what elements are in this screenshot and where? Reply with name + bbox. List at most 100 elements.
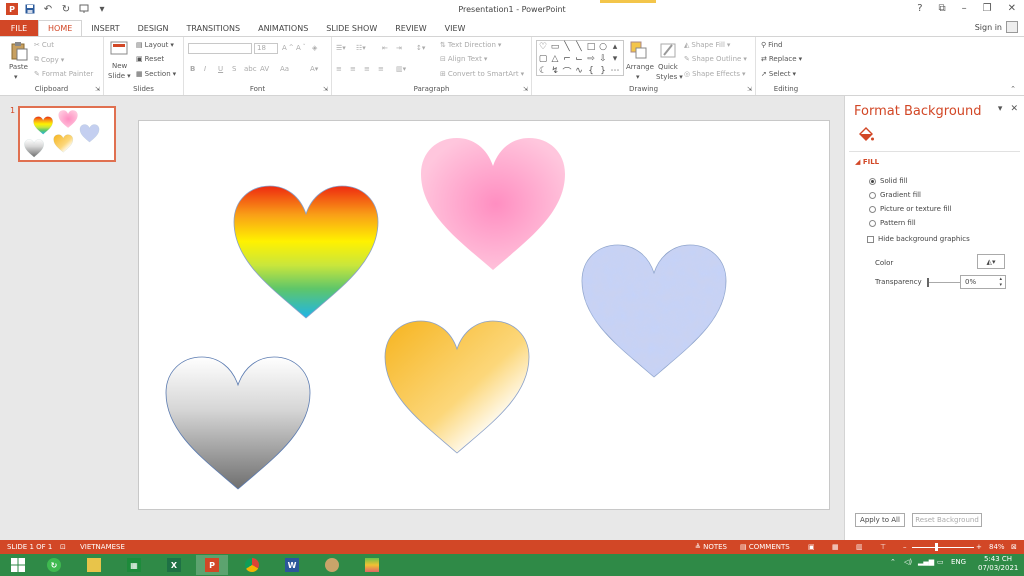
reset-background-button[interactable]: Reset Background	[912, 513, 982, 527]
zoom-slider-track[interactable]	[912, 547, 974, 548]
character-spacing-icon[interactable]: AV	[260, 65, 269, 73]
hide-background-option[interactable]: Hide background graphics	[867, 235, 970, 243]
cut-button[interactable]: ✂ Cut	[34, 41, 54, 49]
tray-volume-icon[interactable]: ◁)	[904, 558, 912, 566]
shape-triangle-icon[interactable]: △	[549, 53, 561, 65]
tray-show-hidden-icon[interactable]: ⌃	[890, 558, 896, 566]
spell-check-icon[interactable]: ⊡	[60, 543, 66, 551]
drawing-launcher-icon[interactable]: ⇲	[747, 86, 752, 93]
zoom-level[interactable]: 84%	[989, 543, 1005, 551]
shape-heart-icon[interactable]: ♡	[537, 41, 549, 53]
shape-rectangle-icon[interactable]: □	[585, 41, 597, 53]
heart-blue-texture[interactable]	[581, 244, 727, 378]
heart-rainbow[interactable]	[233, 185, 379, 319]
shape-arrow-right-icon[interactable]: ⇨	[585, 53, 597, 65]
increase-font-size-icon[interactable]: A ^	[282, 44, 294, 52]
taskbar-layers-app[interactable]	[356, 555, 388, 575]
slide-canvas[interactable]	[138, 120, 830, 510]
solid-fill-option[interactable]: Solid fill	[869, 177, 908, 185]
shape-freeform-icon[interactable]: ↯	[549, 65, 561, 77]
transparency-spin-icon[interactable]: ▴ ▾	[999, 276, 1002, 288]
shapes-gallery[interactable]: ♡ ▭ ╲ ╲ □ ○ ▴ ▢ △ ⌐ ⌙ ⇨ ⇩ ▾ ☾ ↯ ⌒ ∿ { }	[536, 40, 624, 78]
tab-transitions[interactable]: TRANSITIONS	[177, 20, 249, 36]
transparency-input[interactable]: 0% ▴ ▾	[960, 275, 1006, 289]
shape-textbox-icon[interactable]: ▭	[549, 41, 561, 53]
arrange-icon[interactable]	[630, 41, 648, 61]
solid-fill-radio[interactable]	[869, 177, 876, 185]
tray-network-icon[interactable]: ▂▄▆	[918, 558, 934, 566]
new-slide-button[interactable]: Slide ▾	[108, 72, 131, 80]
format-painter-button[interactable]: ✎ Format Painter	[34, 70, 93, 78]
shape-oval-icon[interactable]: ○	[597, 41, 609, 53]
help-icon[interactable]: ?	[917, 3, 922, 14]
picture-texture-fill-radio[interactable]	[869, 205, 876, 213]
taskbar-app-green[interactable]: ↻	[38, 555, 70, 575]
line-spacing-icon[interactable]: ↕▾	[416, 44, 425, 52]
shape-line-icon[interactable]: ╲	[561, 41, 573, 53]
underline-icon[interactable]: U	[218, 65, 223, 73]
shape-outline-button[interactable]: ✎ Shape Outline ▾	[684, 55, 747, 63]
quick-styles-button[interactable]: Styles ▾	[656, 73, 683, 81]
shape-line2-icon[interactable]: ╲	[573, 41, 585, 53]
zoom-in-button[interactable]: +	[976, 543, 982, 551]
zoom-out-button[interactable]: –	[903, 543, 907, 551]
shape-wave-icon[interactable]: ∿	[573, 65, 585, 77]
convert-smartart-button[interactable]: ⊞ Convert to SmartArt ▾	[440, 70, 524, 78]
layout-button[interactable]: ▤ Layout ▾	[136, 41, 174, 49]
increase-indent-icon[interactable]: ⇥	[396, 44, 402, 52]
strikethrough-icon[interactable]: abc	[244, 65, 257, 73]
quick-styles-label-1[interactable]: Quick	[658, 63, 678, 71]
paste-icon[interactable]	[10, 41, 28, 61]
hide-background-checkbox[interactable]	[867, 235, 874, 243]
decrease-indent-icon[interactable]: ⇤	[382, 44, 388, 52]
tab-design[interactable]: DESIGN	[129, 20, 178, 36]
taskbar-word[interactable]: W	[276, 555, 308, 575]
bullets-icon[interactable]: ☰▾	[336, 44, 346, 52]
text-shadow-icon[interactable]: S	[232, 65, 236, 73]
pane-options-icon[interactable]: ▾	[998, 104, 1003, 114]
taskbar-store[interactable]: ▦	[118, 555, 150, 575]
picture-texture-fill-option[interactable]: Picture or texture fill	[869, 205, 952, 213]
ribbon-display-options-icon[interactable]: ⧉	[939, 3, 946, 14]
shape-effects-button[interactable]: ◎ Shape Effects ▾	[684, 70, 746, 78]
arrange-button[interactable]: Arrange	[626, 63, 654, 71]
align-center-icon[interactable]: ≡	[350, 65, 356, 73]
paste-button[interactable]: Paste	[9, 63, 28, 71]
pattern-fill-option[interactable]: Pattern fill	[869, 219, 916, 227]
minimize-button[interactable]: –	[962, 3, 967, 14]
sign-in[interactable]: Sign in	[975, 21, 1018, 33]
heart-silver[interactable]	[165, 356, 311, 490]
shape-fill-button[interactable]: ◭ Shape Fill ▾	[684, 41, 730, 49]
sign-in-link[interactable]: Sign in	[975, 23, 1002, 32]
zoom-slider-thumb[interactable]	[935, 543, 938, 551]
align-right-icon[interactable]: ≡	[364, 65, 370, 73]
gradient-fill-option[interactable]: Gradient fill	[869, 191, 921, 199]
language-indicator[interactable]: VIETNAMESE	[80, 543, 125, 551]
decrease-font-size-icon[interactable]: Aˇ	[296, 44, 306, 52]
clipboard-launcher-icon[interactable]: ⇲	[95, 86, 100, 93]
shape-elbow-icon[interactable]: ⌐	[561, 53, 573, 65]
shape-brace-right-icon[interactable]: }	[597, 65, 609, 77]
shapes-more-icon[interactable]: ⋯	[609, 65, 621, 77]
font-name-input[interactable]	[188, 43, 252, 54]
paragraph-launcher-icon[interactable]: ⇲	[523, 86, 528, 93]
maximize-button[interactable]: ❐	[983, 3, 992, 14]
slide-thumbnail[interactable]	[18, 106, 116, 162]
taskbar-file-explorer[interactable]	[78, 555, 110, 575]
tab-review[interactable]: REVIEW	[386, 20, 435, 36]
shapes-scroll-down-icon[interactable]: ▾	[609, 53, 621, 65]
taskbar-chrome[interactable]	[236, 555, 268, 575]
bold-icon[interactable]: B	[190, 65, 195, 73]
text-direction-button[interactable]: ⇅ Text Direction ▾	[440, 41, 501, 49]
apply-to-all-button[interactable]: Apply to All	[855, 513, 905, 527]
pattern-fill-radio[interactable]	[869, 219, 876, 227]
fill-section-header[interactable]: ◢ FILL	[855, 158, 879, 166]
shape-rounded-rect-icon[interactable]: ▢	[537, 53, 549, 65]
shape-arrow-down-icon[interactable]: ⇩	[597, 53, 609, 65]
tray-battery-icon[interactable]: ▭	[937, 558, 944, 566]
section-button[interactable]: ▦ Section ▾	[136, 70, 176, 78]
font-color-icon[interactable]: A▾	[310, 65, 318, 73]
heart-pink[interactable]	[421, 138, 565, 270]
new-slide-icon[interactable]	[110, 40, 128, 60]
justify-icon[interactable]: ≡	[378, 65, 384, 73]
